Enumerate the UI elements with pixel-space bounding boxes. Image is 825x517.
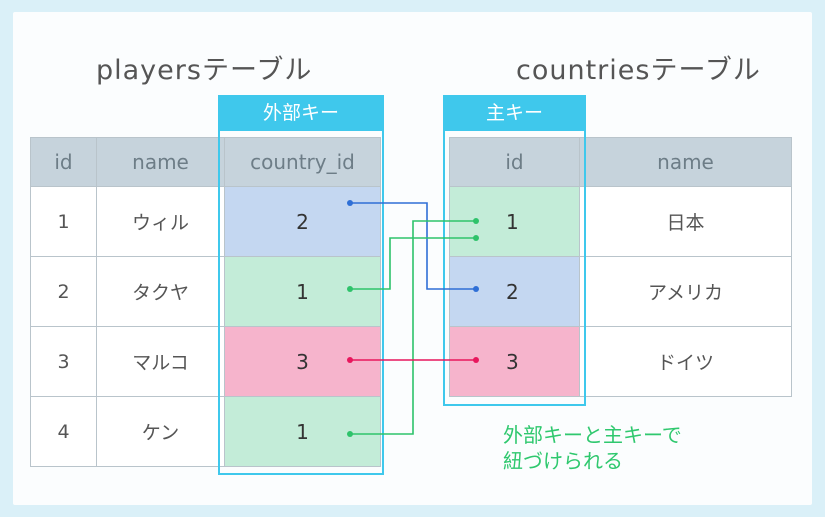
player-id-cell: 4: [30, 396, 97, 467]
note-line-1: 外部キーと主キーで: [503, 423, 682, 447]
player-name-cell: ウィル: [96, 186, 225, 257]
player-id-cell: 1: [30, 186, 97, 257]
player-id-cell: 2: [30, 256, 97, 327]
countries-table-title: countriesテーブル: [516, 55, 761, 86]
country-name-cell: アメリカ: [579, 256, 792, 327]
player-name-cell: ケン: [96, 396, 225, 467]
players-header-id: id: [30, 137, 97, 187]
explanation-note: 外部キーと主キーで 紐づけられる: [503, 422, 682, 474]
note-line-2: 紐づけられる: [503, 449, 623, 473]
country-name-cell: 日本: [579, 186, 792, 257]
primary-key-column-frame: [443, 95, 586, 406]
player-id-cell: 3: [30, 326, 97, 397]
player-name-cell: マルコ: [96, 326, 225, 397]
country-name-cell: ドイツ: [579, 326, 792, 397]
foreign-key-column-frame: [218, 95, 384, 475]
player-name-cell: タクヤ: [96, 256, 225, 327]
players-table-title: playersテーブル: [96, 55, 313, 86]
players-header-name: name: [96, 137, 225, 187]
countries-header-name: name: [579, 137, 792, 187]
